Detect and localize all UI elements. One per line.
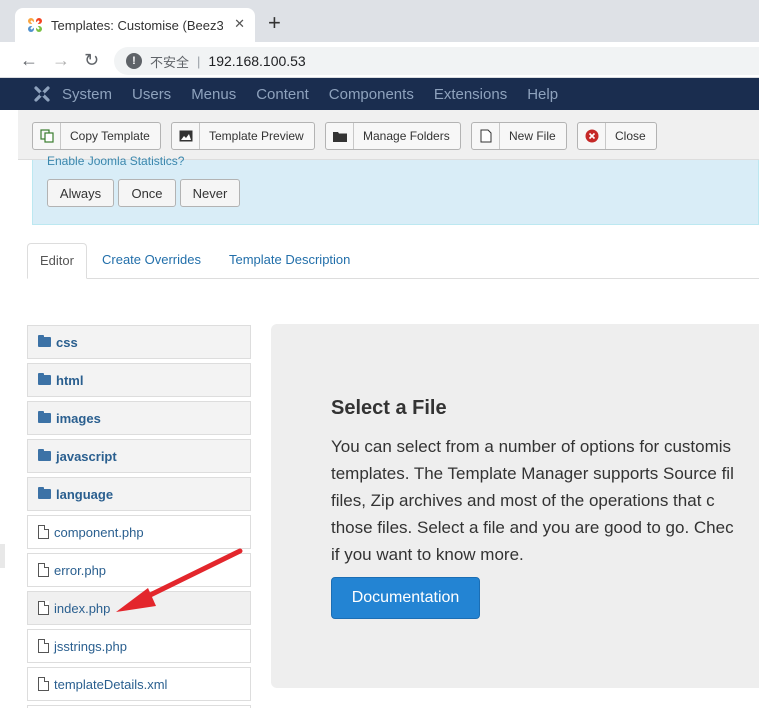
tree-file-templatedetails-xml[interactable]: templateDetails.xml [27, 667, 251, 701]
stats-message-text: Enable Joomla Statistics? [47, 154, 185, 168]
tree-item-label: component.php [54, 524, 144, 540]
folder-icon [38, 487, 51, 499]
file-icon [38, 677, 49, 691]
description-line: templates. The Template Manager supports… [331, 464, 734, 483]
close-label: Close [615, 129, 646, 143]
image-icon [172, 123, 200, 149]
forward-icon[interactable]: → [52, 50, 70, 70]
once-button[interactable]: Once [118, 179, 176, 207]
folder-icon [38, 373, 51, 385]
menu-help[interactable]: Help [527, 86, 558, 103]
tree-item-label: error.php [54, 562, 107, 578]
folder-icon [38, 411, 51, 423]
close-button[interactable]: Close [577, 122, 657, 150]
tree-item-label: html [56, 372, 84, 388]
tab-editor[interactable]: Editor [27, 243, 87, 279]
joomla-favicon-icon [27, 17, 43, 33]
cancel-icon [578, 123, 606, 149]
file-icon [38, 601, 49, 615]
new-file-label: New File [509, 129, 556, 143]
menu-extensions[interactable]: Extensions [434, 86, 507, 103]
tab-template-description[interactable]: Template Description [229, 243, 350, 279]
tree-item-label: templateDetails.xml [54, 676, 168, 692]
file-icon [38, 563, 49, 577]
tree-folder-css[interactable]: css [27, 325, 251, 359]
tree-file-jsstrings-php[interactable]: jsstrings.php [27, 629, 251, 663]
url-text[interactable]: 192.168.100.53 [208, 53, 305, 69]
tree-item-label: javascript [56, 448, 117, 464]
description-line: You can select from a number of options … [331, 437, 732, 456]
tree-item-label: images [56, 410, 101, 426]
tab-create-overrides[interactable]: Create Overrides [102, 243, 201, 279]
toolbar: Copy Template Template Preview Manage Fo… [18, 110, 759, 160]
url-input[interactable]: ! 不安全 | 192.168.100.53 [114, 47, 759, 75]
menu-users[interactable]: Users [132, 86, 171, 103]
browser-tab[interactable]: Templates: Customise (Beez3) ✕ [15, 8, 255, 42]
stats-message: Enable Joomla Statistics? Always Once Ne… [32, 154, 759, 225]
new-tab-button[interactable]: + [268, 12, 281, 34]
file-icon [38, 525, 49, 539]
admin-menu-bar: System Users Menus Content Components Ex… [0, 78, 759, 110]
file-icon [472, 123, 500, 149]
new-file-button[interactable]: New File [471, 122, 567, 150]
menu-system[interactable]: System [62, 86, 112, 103]
menu-menus[interactable]: Menus [191, 86, 236, 103]
copy-icon [33, 123, 61, 149]
browser-tab-strip: Templates: Customise (Beez3) ✕ + [0, 0, 759, 42]
editor-tabs: Editor Create Overrides Template Descrip… [27, 243, 759, 279]
always-button[interactable]: Always [47, 179, 114, 207]
menu-components[interactable]: Components [329, 86, 414, 103]
copy-template-button[interactable]: Copy Template [32, 122, 161, 150]
insecure-label: 不安全 [150, 54, 190, 70]
warning-icon[interactable]: ! [126, 53, 142, 69]
tree-folder-javascript[interactable]: javascript [27, 439, 251, 473]
url-separator: | [197, 53, 201, 69]
description-line: those files. Select a file and you are g… [331, 518, 734, 537]
never-button[interactable]: Never [180, 179, 240, 207]
folder-icon [38, 335, 51, 347]
reload-icon[interactable]: ↻ [84, 50, 99, 70]
tree-item-label: jsstrings.php [54, 638, 127, 654]
close-tab-icon[interactable]: ✕ [234, 16, 245, 32]
select-file-panel: Select a File You can select from a numb… [271, 324, 759, 688]
description-line: files, Zip archives and most of the oper… [331, 491, 715, 510]
annotation-arrow-icon [116, 548, 243, 612]
page-edge-marker [0, 544, 5, 568]
manage-folders-label: Manage Folders [363, 129, 450, 143]
folder-icon [38, 449, 51, 461]
menu-content[interactable]: Content [256, 86, 309, 103]
joomla-logo-icon[interactable] [28, 85, 56, 103]
address-bar: ← → ↻ ! 不安全 | 192.168.100.53 [0, 42, 759, 78]
tree-item-label: css [56, 334, 78, 350]
back-icon[interactable]: ← [20, 50, 38, 70]
template-preview-button[interactable]: Template Preview [171, 122, 315, 150]
copy-template-label: Copy Template [70, 129, 150, 143]
tree-folder-html[interactable]: html [27, 363, 251, 397]
panel-title: Select a File [331, 397, 447, 419]
documentation-button[interactable]: Documentation [331, 577, 480, 619]
description-line: if you want to know more. [331, 545, 524, 564]
tree-folder-language[interactable]: language [27, 477, 251, 511]
folder-icon [326, 123, 354, 149]
manage-folders-button[interactable]: Manage Folders [325, 122, 461, 150]
template-preview-label: Template Preview [209, 129, 304, 143]
panel-description: You can select from a number of options … [331, 433, 759, 568]
tree-item-label: language [56, 486, 114, 502]
tree-folder-images[interactable]: images [27, 401, 251, 435]
browser-tab-title: Templates: Customise (Beez3) [51, 17, 223, 33]
file-icon [38, 639, 49, 653]
